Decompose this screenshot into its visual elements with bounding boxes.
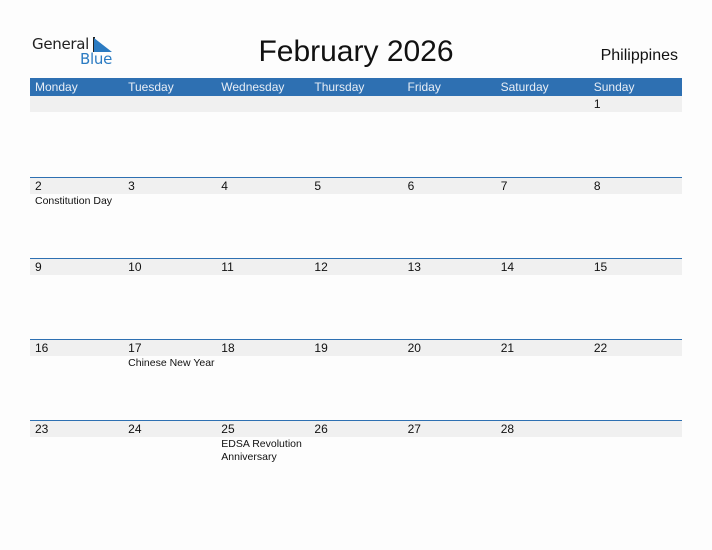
day-number: 23	[35, 422, 49, 436]
weekday-wednesday: Wednesday	[221, 80, 285, 94]
day-cell: 3	[123, 178, 216, 256]
day-number: 21	[500, 341, 515, 355]
weekday-sunday: Sunday	[593, 80, 635, 94]
week-row: 1	[30, 96, 682, 177]
day-number: 24	[128, 422, 142, 436]
day-number: 1	[593, 97, 601, 111]
day-number: 16	[35, 341, 49, 355]
day-cell	[216, 96, 309, 174]
day-number: 12	[314, 260, 328, 274]
day-number: 22	[593, 341, 608, 355]
holiday-label: Chinese New Year	[128, 357, 215, 369]
weekday-tuesday: Tuesday	[128, 80, 174, 94]
day-cell	[403, 96, 496, 174]
day-cell: 2 Constitution Day	[30, 178, 123, 256]
day-number: 15	[593, 260, 608, 274]
day-number: 11	[221, 260, 234, 274]
day-cell: 25 EDSA Revolution Anniversary	[216, 421, 309, 499]
day-cell: 11	[216, 259, 309, 337]
day-number: 19	[314, 341, 328, 355]
day-number: 28	[500, 422, 515, 436]
day-number: 8	[593, 179, 601, 193]
day-number: 27	[407, 422, 421, 436]
day-number: 9	[35, 260, 42, 274]
weekday-saturday: Saturday	[500, 80, 549, 94]
day-cell: 16	[30, 340, 123, 418]
calendar: Monday Tuesday Wednesday Thursday Friday Satu…	[30, 78, 682, 501]
week-row: 9 10 11 12 13 14 15	[30, 258, 682, 339]
day-cell: 17 Chinese New Year	[123, 340, 216, 418]
day-number: 7	[500, 179, 508, 193]
day-number: 2	[35, 179, 42, 193]
day-cell: 20	[403, 340, 496, 418]
day-cell: 15	[589, 259, 682, 337]
country-label: Philippines	[600, 47, 678, 64]
day-cell: 9	[30, 259, 123, 337]
day-cell: 8	[589, 178, 682, 256]
weekday-monday: Monday	[35, 80, 78, 94]
day-number: 4	[221, 179, 228, 193]
day-cell: 21	[496, 340, 589, 418]
day-cell	[30, 96, 123, 174]
day-cell	[123, 96, 216, 174]
day-number: 17	[128, 341, 142, 355]
holiday-label: EDSA Revolution Anniversary	[221, 438, 302, 463]
day-cell: 1	[589, 96, 682, 174]
day-number: 13	[407, 260, 421, 274]
day-number: 18	[221, 341, 235, 355]
week-row: 2 Constitution Day 3 4 5 6 7 8	[30, 177, 682, 258]
day-number: 26	[314, 422, 328, 436]
day-number: 20	[407, 341, 421, 355]
day-number: 10	[128, 260, 142, 274]
weekday-thursday: Thursday	[314, 80, 365, 94]
weekday-header: Monday Tuesday Wednesday Thursday Friday Satu…	[30, 78, 682, 96]
day-cell	[309, 96, 402, 174]
day-cell: 24	[123, 421, 216, 499]
calendar-weeks: 1 2 Constitution Day 3 4 5 6 7 8 9 10 11 12 13 14 15 16 1…	[30, 96, 682, 501]
day-cell: 6	[403, 178, 496, 256]
day-number: 25	[221, 422, 235, 436]
holiday-label: Constitution Day	[35, 195, 113, 207]
day-cell: 10	[123, 259, 216, 337]
day-number: 5	[314, 179, 322, 193]
day-cell: 28	[496, 421, 589, 499]
day-number: 6	[407, 179, 415, 193]
day-number: 14	[500, 260, 515, 274]
day-number: 3	[128, 179, 135, 193]
day-cell: 7	[496, 178, 589, 256]
day-cell: 18	[216, 340, 309, 418]
week-row: 23 24 25 EDSA Revolution Anniversary 26 27 28	[30, 420, 682, 501]
day-cell	[496, 96, 589, 174]
day-cell: 12	[309, 259, 402, 337]
day-cell: 5	[309, 178, 402, 256]
day-cell: 26	[309, 421, 402, 499]
day-cell: 19	[309, 340, 402, 418]
weekday-friday: Friday	[407, 80, 441, 94]
day-cell: 23	[30, 421, 123, 499]
day-cell: 4	[216, 178, 309, 256]
week-row: 16 17 Chinese New Year 18 19 20 21 22	[30, 339, 682, 420]
day-cell: 13	[403, 259, 496, 337]
day-cell: 27	[403, 421, 496, 499]
day-cell: 14	[496, 259, 589, 337]
day-cell: 22	[589, 340, 682, 418]
day-cell	[589, 421, 682, 499]
